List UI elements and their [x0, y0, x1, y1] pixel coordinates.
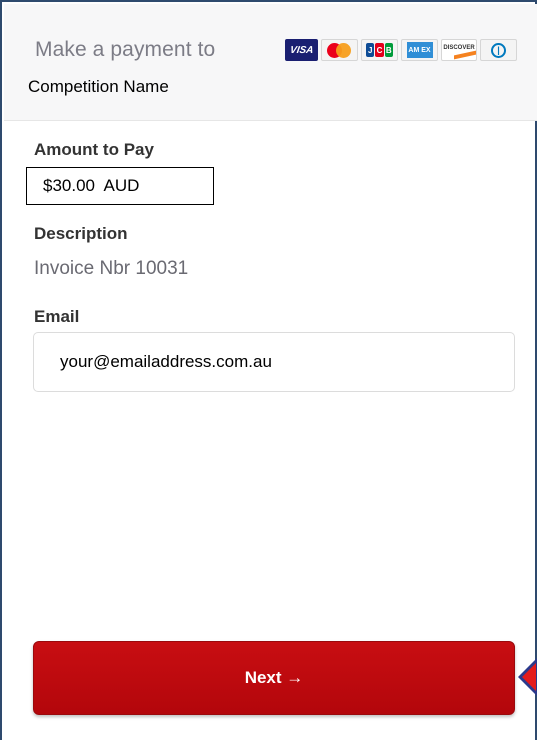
- visa-card-icon: VISA: [285, 39, 318, 61]
- accepted-cards: VISA J C B AM EX DISCOVER |: [285, 39, 517, 61]
- jcb-card-icon: J C B: [361, 39, 398, 61]
- diners-card-icon: |: [480, 39, 517, 61]
- amount-value: $30.00 AUD: [26, 167, 214, 205]
- payment-header: Make a payment to Competition Name VISA …: [4, 4, 537, 121]
- payment-form-frame: Make a payment to Competition Name VISA …: [0, 0, 537, 740]
- email-label: Email: [34, 307, 80, 326]
- email-input-value: your@emailaddress.com.au: [60, 352, 272, 371]
- description-value: Invoice Nbr 10031: [34, 258, 189, 279]
- discover-card-icon: DISCOVER: [441, 39, 477, 61]
- amount-label: Amount to Pay: [34, 140, 154, 159]
- email-input[interactable]: your@emailaddress.com.au: [33, 332, 515, 392]
- description-label: Description: [34, 224, 128, 243]
- mastercard-card-icon: [321, 39, 358, 61]
- competition-name: Competition Name: [28, 77, 169, 96]
- make-payment-heading: Make a payment to: [35, 38, 216, 61]
- pointer-arrow-icon: [518, 658, 537, 696]
- next-button[interactable]: Next →: [33, 641, 515, 715]
- amex-card-icon: AM EX: [401, 39, 438, 61]
